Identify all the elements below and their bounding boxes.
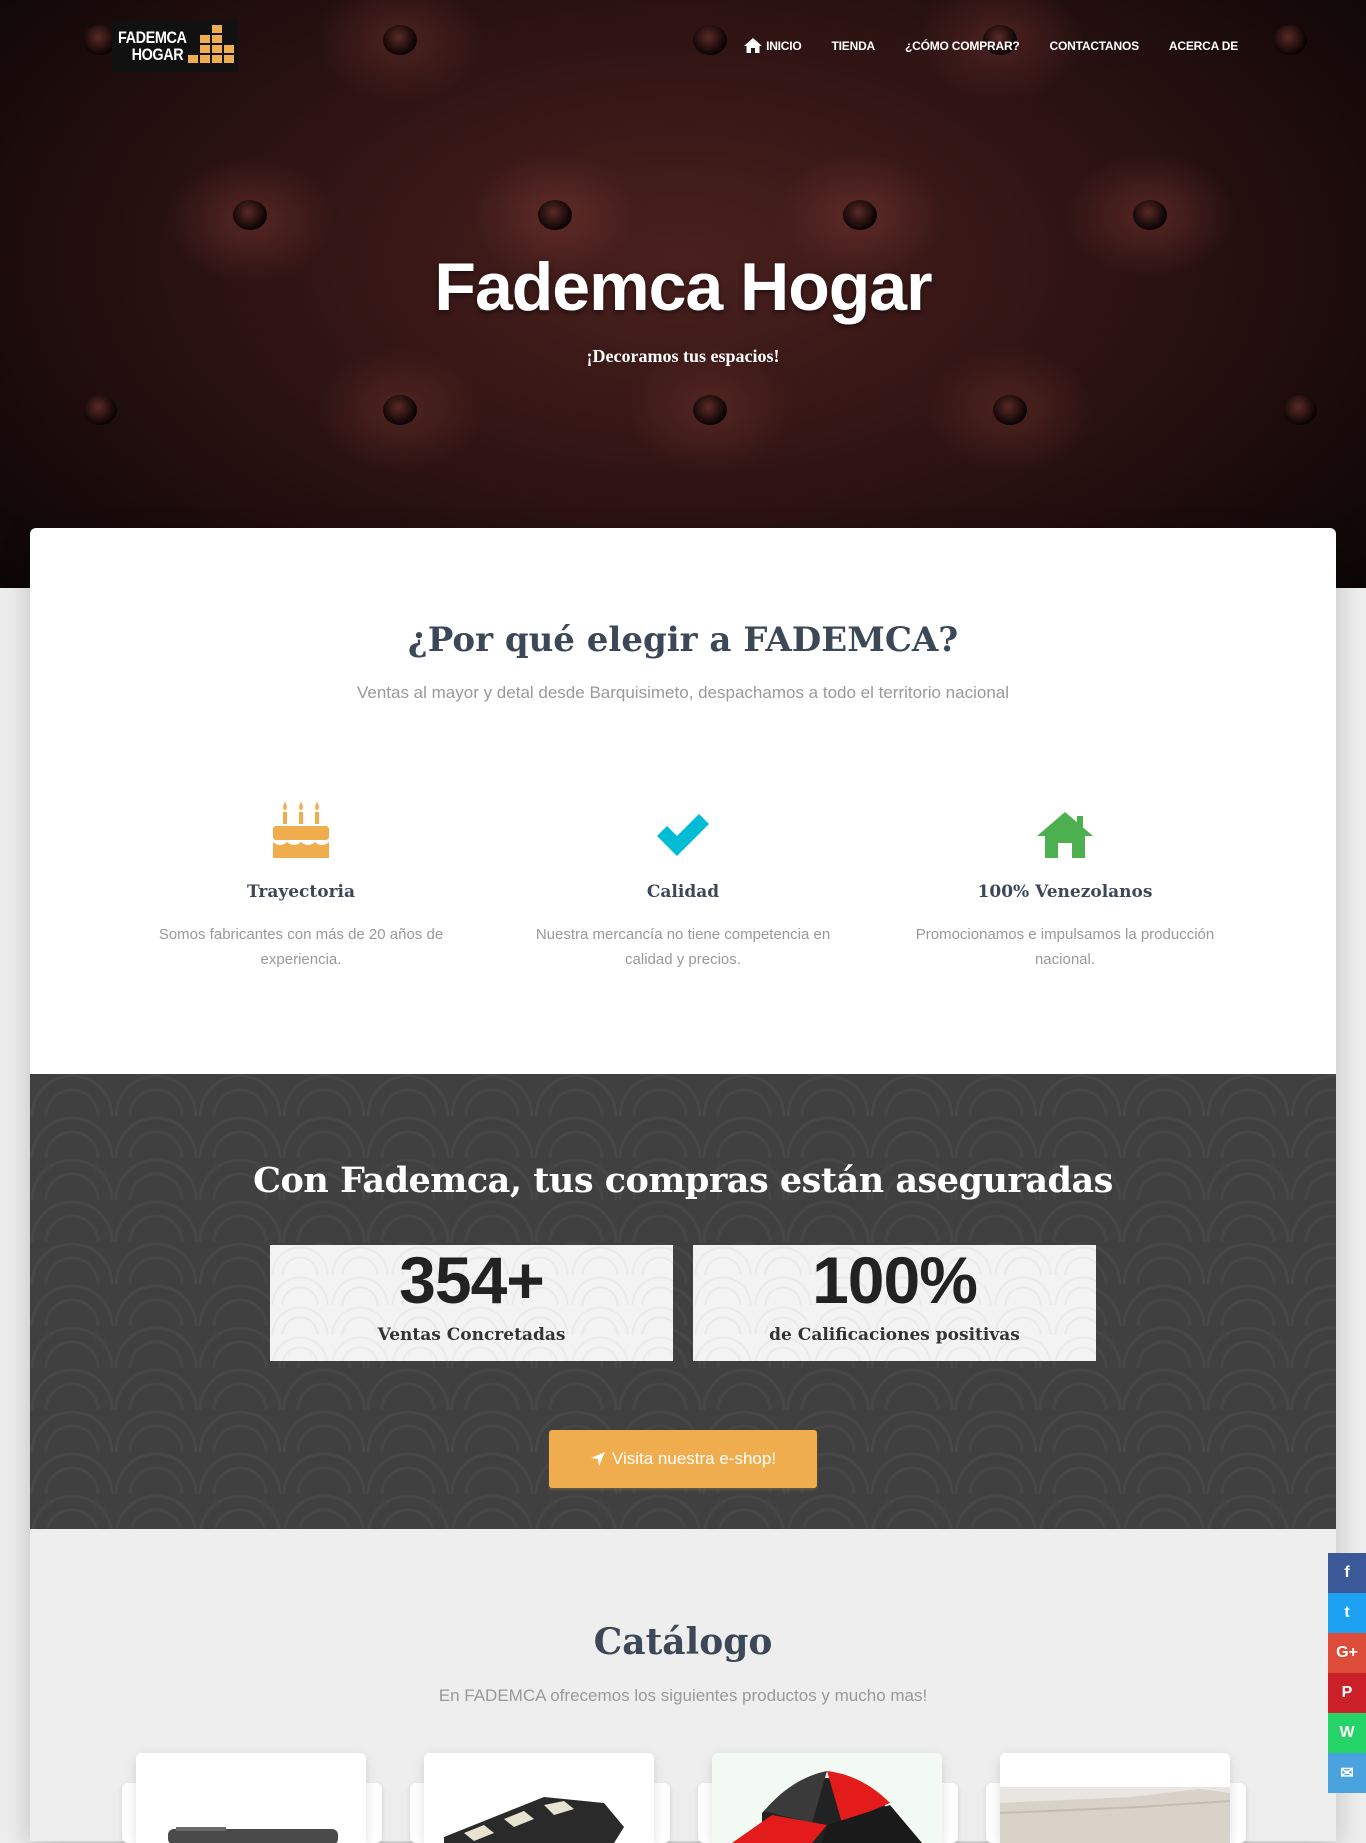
whatsapp-icon: W	[1339, 1724, 1355, 1741]
logo-line-1: FADEMCA	[118, 28, 187, 47]
visit-eshop-button[interactable]: Visita nuestra e-shop!	[549, 1430, 817, 1488]
logo-blocks-icon	[188, 25, 234, 67]
checkmark-icon	[523, 790, 843, 860]
email-share-button[interactable]: ✉	[1328, 1753, 1366, 1793]
feature-text: Nuestra mercancía no tiene competencia e…	[535, 926, 831, 968]
catalog-section: Catálogo En FADEMCA ofrecemos los siguie…	[30, 1529, 1336, 1843]
product-image-red-black-ottoman	[712, 1753, 942, 1843]
home-icon	[744, 38, 763, 53]
google-plus-icon: G+	[1336, 1644, 1358, 1661]
feature-title: Trayectoria	[246, 882, 356, 902]
stat-label: Ventas Concretadas	[377, 1325, 566, 1345]
stat-sales: 354+ Ventas Concretadas	[270, 1245, 673, 1361]
feature-trayectoria: Trayectoria Somos fabricantes con más de…	[141, 790, 461, 972]
product-card[interactable]	[698, 1753, 958, 1843]
feature-text: Somos fabricantes con más de 20 años de …	[158, 926, 444, 968]
stat-value: 100%	[812, 1243, 978, 1317]
google-plus-share-button[interactable]: G+	[1328, 1633, 1366, 1673]
stat-value: 354+	[399, 1243, 545, 1317]
leather-tuft	[383, 395, 417, 425]
nav-item-acerca-de[interactable]: ACERCA DE	[1169, 39, 1238, 53]
leather-tuft	[693, 395, 727, 425]
logo-line-2: HOGAR	[131, 45, 184, 64]
catalog-title: Catálogo	[593, 1621, 773, 1663]
birthday-cake-icon	[141, 790, 461, 860]
stats-section: Con Fademca, tus compras están asegurada…	[30, 1074, 1336, 1529]
leather-tuft	[383, 25, 417, 55]
main-navigation: INICIO TIENDA ¿CÓMO COMPRAR? CONTACTANOS…	[744, 38, 1238, 53]
leather-tuft	[538, 200, 572, 230]
facebook-share-button[interactable]: f	[1328, 1553, 1366, 1593]
product-image-checkered-sofa	[424, 1753, 654, 1843]
home-icon	[905, 790, 1225, 860]
leather-tuft	[1133, 200, 1167, 230]
leather-tuft	[233, 200, 267, 230]
nav-item-tienda[interactable]: TIENDA	[832, 39, 876, 53]
product-image-white-sectional-sofa	[1000, 1753, 1230, 1843]
product-card[interactable]	[986, 1753, 1246, 1843]
nav-item-como-comprar[interactable]: ¿CÓMO COMPRAR?	[905, 39, 1020, 53]
main-content-card: ¿Por qué elegir a FADEMCA? Ventas al may…	[30, 528, 1336, 1843]
feature-calidad: Calidad Nuestra mercancía no tiene compe…	[523, 790, 843, 972]
feature-title: 100% Venezolanos	[977, 882, 1153, 902]
twitter-icon: t	[1344, 1604, 1350, 1621]
catalog-subtitle: En FADEMCA ofrecemos los siguientes prod…	[438, 1686, 928, 1705]
product-image-dark-sofa	[136, 1753, 366, 1843]
pinterest-share-button[interactable]: P	[1328, 1673, 1366, 1713]
pinterest-icon: P	[1341, 1684, 1353, 1701]
twitter-share-button[interactable]: t	[1328, 1593, 1366, 1633]
site-logo[interactable]: FADEMCA HOGAR	[112, 20, 238, 72]
leather-tuft	[693, 25, 727, 55]
leather-tuft	[1283, 395, 1317, 425]
stat-label: de Calificaciones positivas	[769, 1325, 1020, 1345]
social-share-bar: f t G+ P W ✉	[1328, 1553, 1366, 1793]
leather-tuft	[83, 395, 117, 425]
leather-tuft	[993, 395, 1027, 425]
feature-venezolanos: 100% Venezolanos Promocionamos e impulsa…	[905, 790, 1225, 972]
hero-banner: FADEMCA HOGAR INICIO TIENDA ¿CÓMO COMPRA…	[0, 0, 1366, 588]
email-icon: ✉	[1340, 1765, 1354, 1782]
product-card[interactable]	[410, 1753, 670, 1843]
location-arrow-icon	[590, 1452, 605, 1466]
leather-tuft	[843, 200, 877, 230]
hero-title: Fademca Hogar	[434, 249, 932, 325]
nav-item-inicio[interactable]: INICIO	[744, 38, 802, 53]
facebook-icon: f	[1344, 1564, 1350, 1581]
hero-subtitle: ¡Decoramos tus espacios!	[586, 346, 780, 366]
stat-ratings: 100% de Calificaciones positivas	[693, 1245, 1096, 1361]
why-section-title: ¿Por qué elegir a FADEMCA?	[407, 620, 959, 660]
leather-tuft	[1273, 25, 1307, 55]
feature-title: Calidad	[646, 882, 720, 902]
whatsapp-share-button[interactable]: W	[1328, 1713, 1366, 1753]
nav-item-contactanos[interactable]: CONTACTANOS	[1050, 39, 1140, 53]
stats-title: Con Fademca, tus compras están asegurada…	[253, 1160, 1113, 1201]
product-card[interactable]	[122, 1753, 382, 1843]
why-section-subtitle: Ventas al mayor y detal desde Barquisime…	[356, 683, 1010, 702]
feature-text: Promocionamos e impulsamos la producción…	[915, 926, 1215, 968]
